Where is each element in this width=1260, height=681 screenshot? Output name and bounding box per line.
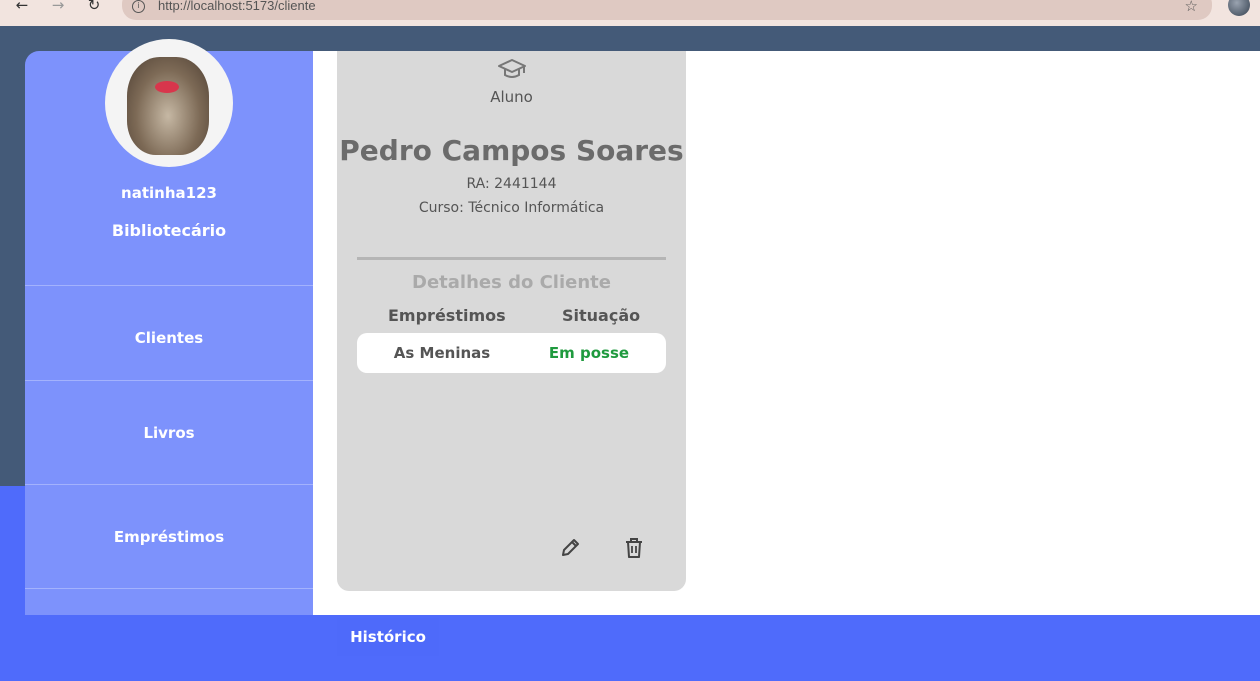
client-type: Aluno — [490, 88, 533, 106]
client-curso: Curso: Técnico Informática — [418, 200, 605, 216]
column-header-emprestimos: Empréstimos — [388, 306, 506, 325]
forward-arrow-icon[interactable]: → — [48, 0, 68, 20]
loan-book-title: As Meninas — [393, 344, 491, 362]
url-text[interactable]: http://localhost:5173/cliente — [158, 0, 316, 13]
site-info-icon[interactable]: i — [132, 0, 145, 13]
bookmark-star-icon[interactable]: ☆ — [1185, 0, 1198, 15]
reload-icon[interactable]: ↻ — [84, 0, 104, 20]
sidebar-role: Bibliotecário — [111, 221, 227, 240]
sidebar-item-livros[interactable]: Livros — [25, 380, 313, 484]
client-name: Pedro Campos Soares — [339, 134, 684, 167]
loan-row[interactable]: As Meninas Em posse — [357, 333, 666, 373]
trash-icon[interactable] — [621, 535, 647, 561]
back-arrow-icon[interactable]: ← — [12, 0, 32, 20]
browser-profile-avatar[interactable] — [1228, 0, 1250, 16]
sidebar-username: natinha123 — [121, 184, 217, 202]
client-card: Aluno Pedro Campos Soares RA: 2441144 Cu… — [337, 51, 686, 591]
pencil-icon[interactable] — [557, 535, 583, 561]
loan-status: Em posse — [548, 344, 630, 362]
user-avatar — [105, 39, 233, 167]
historico-button[interactable]: Histórico — [337, 618, 439, 656]
cat-mouth — [155, 81, 179, 93]
sidebar: natinha123 Bibliotecário Clientes Livros… — [25, 39, 313, 615]
sidebar-item-emprestimos[interactable]: Empréstimos — [25, 484, 313, 588]
address-bar[interactable]: i http://localhost:5173/cliente ☆ — [122, 0, 1212, 20]
sidebar-item-clientes[interactable]: Clientes — [25, 285, 313, 389]
sidebar-item-next[interactable] — [25, 588, 313, 615]
client-ra: RA: 2441144 — [466, 176, 557, 192]
cat-photo — [127, 57, 209, 155]
browser-toolbar: ← → ↻ i http://localhost:5173/cliente ☆ — [0, 0, 1260, 26]
details-title: Detalhes do Cliente — [412, 272, 611, 293]
graduation-cap-icon — [498, 59, 526, 78]
column-header-situacao: Situação — [562, 306, 641, 325]
card-divider — [357, 257, 666, 260]
